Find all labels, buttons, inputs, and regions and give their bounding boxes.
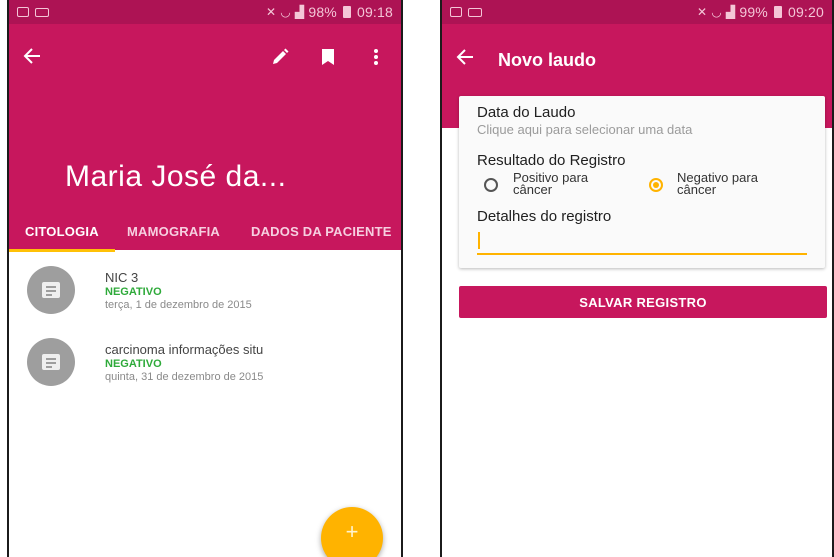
document-icon bbox=[42, 354, 60, 370]
battery-percent: 98% bbox=[308, 4, 337, 20]
patient-name: Maria José da... bbox=[65, 160, 287, 193]
patient-header: Maria José da... CITOLOGIA MAMOGRAFIA DA… bbox=[9, 24, 401, 252]
record-title: carcinoma informações situ bbox=[105, 342, 264, 357]
clock: 09:20 bbox=[787, 4, 824, 20]
signal-icon: ▟ bbox=[725, 5, 736, 19]
add-icon: + bbox=[345, 519, 359, 544]
voicemail-notification-icon bbox=[468, 7, 482, 17]
list-item[interactable]: NIC 3 NEGATIVO terça, 1 de dezembro de 2… bbox=[27, 266, 391, 326]
radio-positive-label[interactable]: Positivo para câncer bbox=[513, 171, 588, 196]
mute-icon: ✕ bbox=[265, 5, 277, 19]
record-title: NIC 3 bbox=[105, 270, 139, 285]
radio-negative[interactable] bbox=[649, 178, 663, 192]
details-label: Detalhes do registro bbox=[477, 208, 612, 225]
tab-bar: CITOLOGIA MAMOGRAFIA DADOS DA PACIENTE bbox=[9, 218, 401, 252]
result-label: Resultado do Registro bbox=[477, 152, 626, 169]
signal-icon: ▟ bbox=[294, 5, 305, 19]
add-record-button[interactable]: + bbox=[321, 507, 383, 557]
patient-screen: ✕ ◡ ▟ 98% 09:18 Maria José da... CITOLOG… bbox=[7, 0, 403, 557]
wifi-icon: ◡ bbox=[280, 5, 291, 19]
edit-pencil-icon[interactable] bbox=[271, 46, 289, 68]
report-form-card: Data do Laudo Clique aqui para seleciona… bbox=[459, 96, 825, 268]
save-record-button[interactable]: SALVAR REGISTRO bbox=[459, 286, 827, 318]
battery-percent: 99% bbox=[739, 4, 768, 20]
wifi-icon: ◡ bbox=[711, 5, 722, 19]
status-bar: ✕ ◡ ▟ 99% 09:20 bbox=[442, 0, 832, 24]
radio-negative-label[interactable]: Negativo para câncer bbox=[677, 171, 758, 196]
battery-icon bbox=[342, 6, 351, 18]
tab-dados-da-paciente[interactable]: DADOS DA PACIENTE bbox=[251, 224, 392, 239]
status-bar: ✕ ◡ ▟ 98% 09:18 bbox=[9, 0, 401, 24]
document-icon bbox=[42, 282, 60, 298]
date-picker-field[interactable]: Clique aqui para selecionar uma data bbox=[477, 122, 692, 137]
tab-indicator bbox=[9, 249, 115, 252]
tab-mamografia[interactable]: MAMOGRAFIA bbox=[127, 224, 220, 239]
page-title: Novo laudo bbox=[498, 50, 596, 70]
back-arrow-icon[interactable] bbox=[456, 48, 474, 70]
gallery-notification-icon bbox=[450, 7, 462, 17]
overflow-menu-icon[interactable] bbox=[367, 46, 385, 68]
bookmark-icon[interactable] bbox=[319, 46, 337, 68]
avatar bbox=[27, 338, 75, 386]
new-report-screen: ✕ ◡ ▟ 99% 09:20 Novo laudo Data do Laudo… bbox=[440, 0, 834, 557]
tab-citologia[interactable]: CITOLOGIA bbox=[25, 224, 99, 239]
back-arrow-icon[interactable] bbox=[23, 46, 41, 70]
record-status: NEGATIVO bbox=[105, 358, 162, 370]
gallery-notification-icon bbox=[17, 7, 29, 17]
radio-positive[interactable] bbox=[484, 178, 498, 192]
record-status: NEGATIVO bbox=[105, 286, 162, 298]
battery-icon bbox=[773, 6, 782, 18]
details-input[interactable] bbox=[477, 253, 807, 255]
list-item[interactable]: carcinoma informações situ NEGATIVO quin… bbox=[27, 338, 391, 398]
clock: 09:18 bbox=[356, 4, 393, 20]
mute-icon: ✕ bbox=[696, 5, 708, 19]
avatar bbox=[27, 266, 75, 314]
record-date: quinta, 31 de dezembro de 2015 bbox=[105, 371, 264, 383]
voicemail-notification-icon bbox=[35, 7, 49, 17]
text-caret bbox=[478, 232, 480, 249]
record-date: terça, 1 de dezembro de 2015 bbox=[105, 299, 252, 311]
date-label: Data do Laudo bbox=[477, 104, 576, 121]
